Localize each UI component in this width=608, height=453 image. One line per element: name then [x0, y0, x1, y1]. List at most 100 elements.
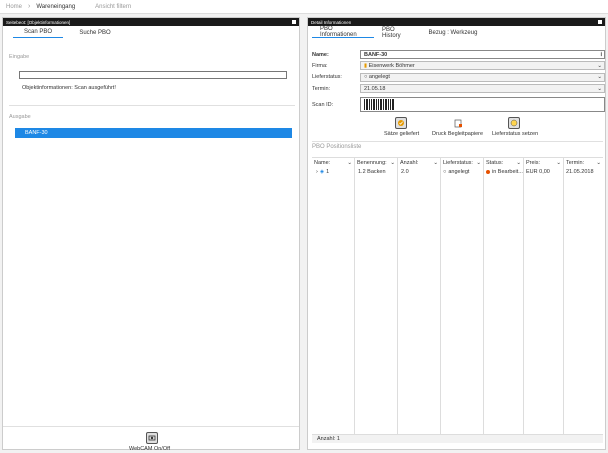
- status-text: Objektinformationen: Scan ausgeführt!: [22, 85, 116, 91]
- filter-view-link[interactable]: Ansicht filtern: [95, 4, 131, 10]
- chevron-down-icon: ⌄: [597, 62, 602, 69]
- tab-pbo-informationen[interactable]: PBO Informationen: [312, 26, 374, 38]
- right-panel-title: Detail Informationen: [311, 19, 352, 25]
- chevron-right-icon: ›: [28, 3, 31, 10]
- company-icon: ▮: [364, 62, 368, 69]
- chevron-down-icon: ⌄: [556, 159, 561, 166]
- row-status-cell: in Bearbeit...: [486, 167, 523, 177]
- tab-pbo-history[interactable]: PBO History: [374, 27, 418, 39]
- name-label: Name:: [312, 51, 329, 58]
- left-panel-header: Seitebeot: [Objektinformationen]: [3, 18, 299, 26]
- col-anzahl-label: Anzahl:: [400, 159, 419, 166]
- print-icon[interactable]: [454, 119, 463, 130]
- tab-bezug-werkzeug[interactable]: Bezug : Werkzeug: [418, 27, 488, 38]
- positions-grid: Name: ⌄ Benennung: ⌄ Anzahl: ⌄ Lieferstatus…: [312, 157, 603, 443]
- grid-footer: Anzahl: 1: [312, 434, 603, 443]
- col-header-name[interactable]: Name: ⌄: [312, 158, 354, 167]
- tab-scan-pbo[interactable]: Scan PBO: [13, 27, 63, 38]
- expand-chevron-icon[interactable]: ›: [316, 169, 318, 175]
- barcode-icon: [364, 99, 394, 110]
- row-lieferstatus-value: angelegt: [448, 169, 470, 175]
- breadcrumb-home[interactable]: Home: [6, 4, 22, 10]
- col-benennung-label: Benennung:: [357, 159, 387, 166]
- chevron-down-icon: ⌄: [597, 74, 602, 80]
- scan-id-label: Scan ID:: [312, 101, 334, 108]
- chevron-down-icon: ⌄: [516, 159, 521, 166]
- part-icon: ◈: [319, 169, 325, 175]
- left-panel: Seitebeot: [Objektinformationen] Scan PB…: [2, 17, 300, 452]
- left-panel-title: Seitebeot: [Objektinformationen]: [6, 19, 71, 25]
- lieferstatus-value: angelegt: [368, 74, 390, 80]
- right-tabs: PBO Informationen PBO History Bezug : We…: [308, 26, 605, 39]
- firma-value: Eisenwerk Böhmer: [368, 62, 415, 69]
- chevron-down-icon: ⌄: [390, 159, 395, 166]
- tab-suche-pbo[interactable]: Suche PBO: [63, 27, 127, 38]
- row-lieferstatus-cell: ○ angelegt: [443, 167, 469, 177]
- webcam-label: WebCAM On/Off: [129, 446, 171, 452]
- col-header-anzahl[interactable]: Anzahl: ⌄: [398, 158, 440, 167]
- col-header-lieferstatus[interactable]: Lieferstatus: ⌄: [441, 158, 483, 167]
- termin-label: Termin:: [312, 85, 331, 92]
- firma-label: Firma:: [312, 62, 328, 69]
- column-divider: [440, 158, 441, 434]
- row-status-value: in Bearbeit...: [492, 169, 523, 175]
- row-anzahl-cell: 2.0: [401, 169, 409, 175]
- row-termin-cell: 21.05.2018: [566, 169, 594, 175]
- col-termin-label: Termin:: [566, 159, 585, 166]
- lieferstatus-select[interactable]: ○ angelegt ⌄: [360, 72, 605, 82]
- right-panel-header: Detail Informationen: [308, 18, 605, 26]
- camera-icon: [148, 435, 156, 441]
- druck-begleitpapiere-label: Druck Begleitpapiere: [432, 131, 484, 137]
- status-dot-icon: [486, 170, 490, 174]
- saetze-geliefert-label: Sätze geliefert: [384, 131, 420, 137]
- right-panel: Detail Informationen PBO Informationen P…: [307, 17, 606, 450]
- breadcrumb-bar: Home › Wareneingang Ansicht filtern: [0, 0, 608, 14]
- col-name-label: Name:: [314, 159, 331, 166]
- eingabe-title: Eingabe: [9, 54, 30, 60]
- col-preis-label: Preis:: [526, 159, 541, 166]
- chevron-down-icon: ⌄: [597, 85, 602, 92]
- firma-select[interactable]: ▮ Eisenwerk Böhmer ⌄: [360, 61, 605, 70]
- lieferstatus-setzen-button[interactable]: [508, 117, 520, 129]
- row-benennung-cell: 1.2 Backen: [358, 169, 386, 175]
- lieferstatus-label: Lieferstatus:: [312, 74, 342, 80]
- divider: [9, 105, 295, 106]
- col-status-label: Status:: [486, 159, 504, 166]
- chevron-down-icon: ⌄: [476, 159, 481, 166]
- status-set-icon: [510, 119, 518, 127]
- chevron-down-icon: ⌄: [347, 159, 352, 166]
- name-field[interactable]: BANF-30 ⅰ: [360, 50, 605, 59]
- row-count: Anzahl: 1: [317, 436, 340, 442]
- status-circle-icon: ○: [443, 169, 447, 175]
- column-divider: [523, 158, 524, 434]
- ausgabe-title: Ausgabe: [9, 114, 31, 120]
- left-tabs: Scan PBO Suche PBO: [3, 26, 299, 38]
- positions-title: PBO Positionsliste: [312, 144, 362, 150]
- column-divider: [397, 158, 398, 434]
- chevron-down-icon: ⌄: [433, 159, 438, 166]
- scan-input[interactable]: [19, 71, 287, 79]
- detail-form: Name: BANF-30 ⅰ Firma: ▮ Eisenwerk Böhmer…: [312, 49, 605, 113]
- name-value: BANF-30: [364, 51, 388, 58]
- col-header-preis[interactable]: Preis: ⌄: [524, 158, 563, 167]
- status-circle-icon: ○: [364, 74, 368, 80]
- col-header-termin[interactable]: Termin: ⌄: [564, 158, 603, 167]
- col-header-status[interactable]: Status: ⌄: [484, 158, 523, 167]
- scan-id-field: [360, 97, 605, 112]
- delivered-icon: [398, 120, 404, 126]
- row-name-value: 1: [326, 169, 330, 175]
- saetze-geliefert-button[interactable]: [395, 117, 407, 129]
- col-header-benennung[interactable]: Benennung: ⌄: [355, 158, 397, 167]
- termin-field[interactable]: 21.05.18 ⌄: [360, 84, 605, 93]
- maximize-icon[interactable]: [292, 20, 296, 24]
- maximize-icon[interactable]: [598, 20, 602, 24]
- webcam-toggle-button[interactable]: [146, 432, 158, 444]
- divider: [3, 426, 299, 427]
- ausgabe-item[interactable]: BANF-30: [15, 128, 292, 138]
- divider: [312, 141, 603, 142]
- lieferstatus-setzen-label: Lieferstatus setzen: [492, 131, 539, 137]
- column-divider: [483, 158, 484, 434]
- chevron-down-icon: ⌄: [596, 159, 601, 166]
- column-divider: [354, 158, 355, 434]
- info-icon[interactable]: ⅰ: [600, 52, 602, 58]
